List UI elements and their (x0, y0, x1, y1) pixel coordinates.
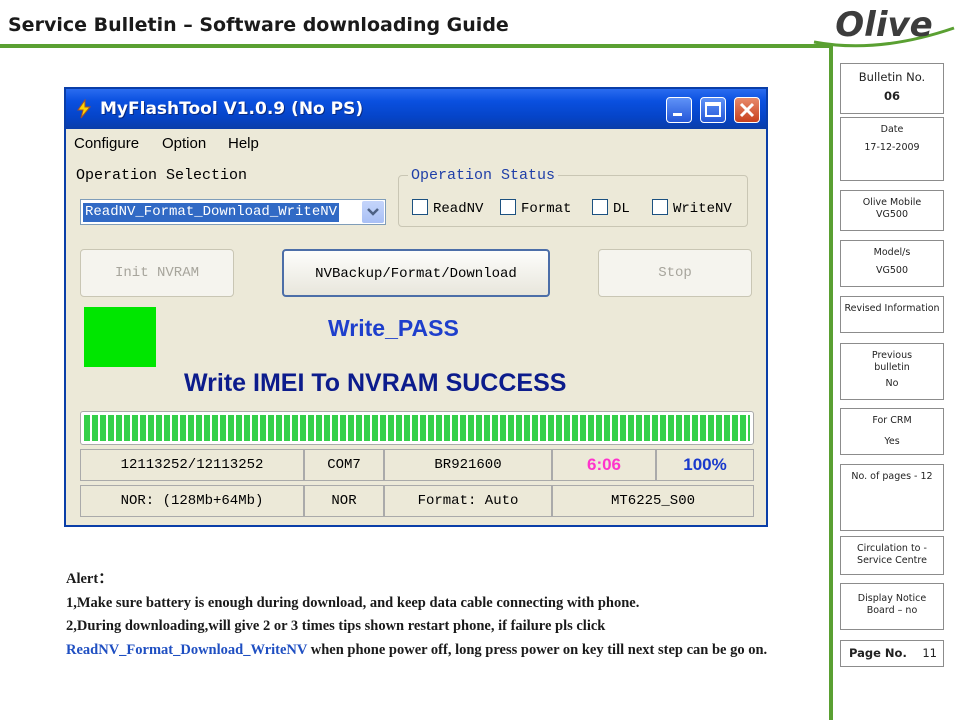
checkbox-readnv[interactable]: ReadNV (412, 199, 483, 217)
olive-logo: Olive (813, 5, 955, 48)
menu-help[interactable]: Help (228, 135, 259, 152)
init-nvram-button[interactable]: Init NVRAM (80, 249, 234, 297)
window-title: MyFlashTool V1.0.9 (No PS) (100, 99, 364, 119)
alert-line-2-end: when phone power off, long press power o… (307, 641, 768, 658)
bulletin-number-value: 06 (883, 89, 900, 103)
for-crm-label: For CRM (872, 415, 912, 426)
dropdown-arrow[interactable] (362, 201, 384, 223)
flash-tool-icon (77, 99, 92, 119)
flash-tool-window: MyFlashTool V1.0.9 (No PS) Configure Opt… (64, 87, 768, 527)
checkbox-writenv-box[interactable] (652, 199, 668, 215)
checkbox-writenv[interactable]: WriteNV (652, 199, 732, 217)
sidebar-divider (829, 44, 833, 720)
close-button[interactable] (734, 97, 760, 123)
previous-bulletin-box: Previous bulletin No (840, 343, 944, 400)
date-box: Date 17-12-2009 (840, 117, 944, 181)
alert-line-2: 2,During downloading,will give 2 or 3 ti… (66, 615, 786, 662)
alert-keyword: ReadNV_Format_Download_WriteNV (66, 641, 308, 658)
alert-line-1: 1,Make sure battery is enough during dow… (66, 594, 640, 611)
page-number-box: Page No. 11 (840, 640, 944, 667)
circulation-box: Circulation to - Service Centre (840, 536, 944, 575)
display-notice-box: Display Notice Board – no (840, 583, 944, 630)
chevron-down-icon (367, 208, 379, 216)
for-crm-box: For CRM Yes (840, 408, 944, 455)
info-elapsed-time: 6:06 (552, 449, 656, 481)
progress-fill (84, 415, 750, 441)
info-flash-size: NOR: (128Mb+64Mb) (80, 485, 304, 517)
logo-text: Olive (835, 5, 932, 45)
previous-bulletin-label: Previous bulletin (871, 350, 913, 373)
pass-indicator (84, 307, 156, 367)
info-percent: 100% (656, 449, 754, 481)
menu-bar: Configure Option Help (66, 131, 766, 153)
checkbox-format[interactable]: Format (500, 199, 571, 217)
info-format-mode: Format: Auto (384, 485, 552, 517)
checkbox-readnv-label: ReadNV (433, 201, 484, 217)
maximize-button[interactable] (700, 97, 726, 123)
for-crm-value: Yes (884, 436, 900, 447)
checkbox-dl-box[interactable] (592, 199, 608, 215)
checkbox-dl[interactable]: DL (592, 199, 630, 217)
info-baudrate: BR921600 (384, 449, 552, 481)
alert-line-2-start: 2,During downloading,will give 2 or 3 ti… (66, 618, 606, 634)
models-label: Model/s (873, 247, 911, 258)
info-flash-type: NOR (304, 485, 384, 517)
checkbox-readnv-box[interactable] (412, 199, 428, 215)
minimize-icon (673, 113, 682, 116)
page-number-value: 11 (922, 646, 937, 660)
stop-button[interactable]: Stop (598, 249, 752, 297)
olive-mobile-label: Olive Mobile (862, 197, 922, 208)
pages-box: No. of pages - 12 (840, 464, 944, 531)
bulletin-number-box: Bulletin No. 06 (840, 63, 944, 114)
info-chipset: MT6225_S00 (552, 485, 754, 517)
menu-option[interactable]: Option (162, 135, 206, 152)
alert-notes: Alert： 1,Make sure battery is enough dur… (66, 568, 786, 662)
minimize-button[interactable] (666, 97, 692, 123)
operation-select[interactable]: ReadNV_Format_Download_WriteNV (80, 199, 386, 225)
nvbackup-format-download-button[interactable]: NVBackup/Format/Download (282, 249, 550, 297)
status-message: Write IMEI To NVRAM SUCCESS (184, 369, 567, 397)
revised-information-label: Revised Information (844, 303, 940, 314)
operation-status-label: Operation Status (408, 167, 559, 184)
models-box: Model/s VG500 (840, 240, 944, 287)
circulation-label: Circulation to - Service Centre (857, 543, 927, 566)
checkbox-writenv-label: WriteNV (673, 201, 732, 217)
checkbox-format-box[interactable] (500, 199, 516, 215)
models-value: VG500 (876, 265, 908, 276)
maximize-icon (705, 102, 721, 117)
checkbox-dl-label: DL (613, 201, 630, 217)
info-port: COM7 (304, 449, 384, 481)
close-icon (739, 102, 755, 118)
operation-selection-label: Operation Selection (76, 167, 248, 184)
info-bytes: 12113252/12113252 (80, 449, 304, 481)
operation-select-value: ReadNV_Format_Download_WriteNV (83, 203, 340, 222)
page-title: Service Bulletin – Software downloading … (8, 14, 509, 36)
olive-mobile-box: Olive Mobile VG500 (840, 190, 944, 231)
header-divider (0, 44, 832, 48)
date-value: 17-12-2009 (864, 142, 920, 153)
revised-information-box: Revised Information (840, 296, 944, 333)
checkbox-format-label: Format (521, 201, 572, 217)
alert-heading: Alert： (66, 571, 113, 587)
pages-label: No. of pages - 12 (851, 471, 933, 482)
olive-mobile-value: VG500 (876, 209, 908, 220)
window-titlebar[interactable]: MyFlashTool V1.0.9 (No PS) (66, 89, 766, 129)
display-notice-label: Display Notice Board – no (857, 593, 927, 616)
result-text: Write_PASS (328, 315, 459, 341)
previous-bulletin-value: No (885, 378, 899, 389)
date-label: Date (880, 124, 904, 135)
menu-configure[interactable]: Configure (74, 135, 139, 152)
page-number-label: Page No. (849, 646, 907, 660)
progress-bar (80, 411, 754, 445)
bulletin-number-label: Bulletin No. (858, 70, 926, 84)
